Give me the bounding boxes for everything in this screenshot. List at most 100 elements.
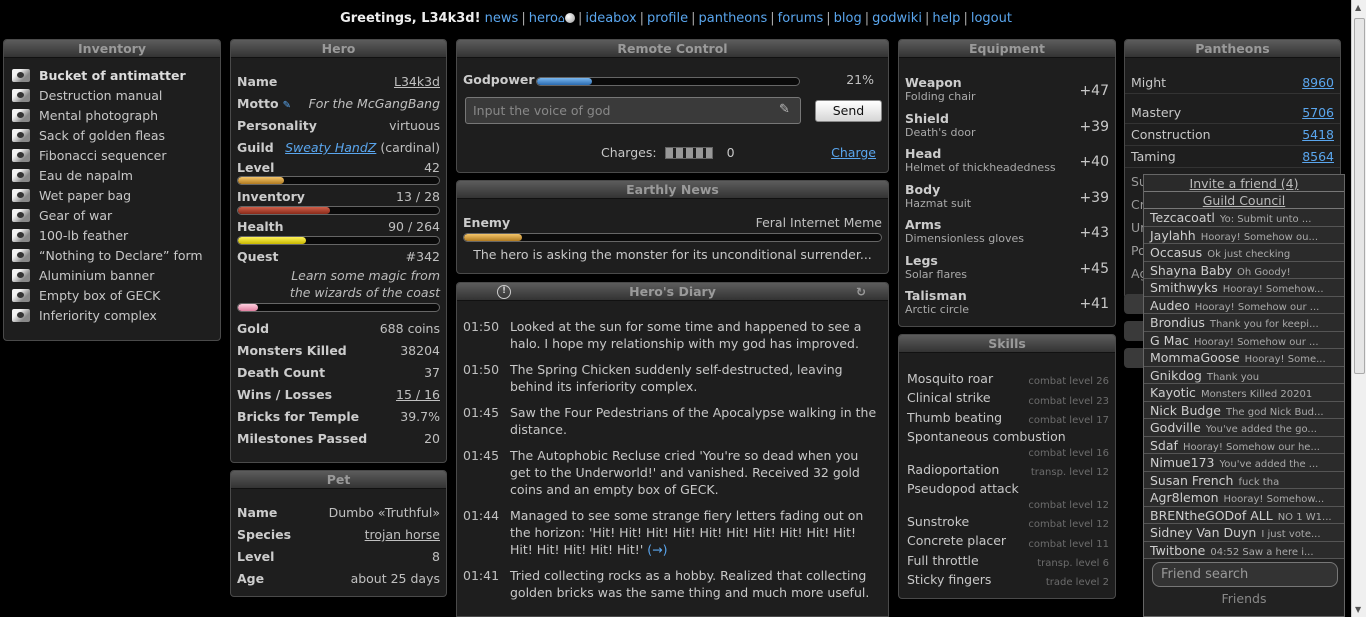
- guild-member[interactable]: Agr8lemon Hooray! Somehow...: [1144, 489, 1344, 507]
- guild-member[interactable]: Godville You've added the go...: [1144, 419, 1344, 437]
- pantheon-rank-link[interactable]: 5418: [1302, 124, 1334, 146]
- guild-member[interactable]: Jaylahh Hooray! Somehow ou...: [1144, 226, 1344, 244]
- home-icon[interactable]: ⌂: [558, 12, 565, 25]
- guild-member[interactable]: G Mac Hooray! Somehow our ...: [1144, 331, 1344, 349]
- friends-label[interactable]: Friends: [1144, 591, 1344, 606]
- pantheon-rank-link[interactable]: 8564: [1302, 146, 1334, 168]
- equipment-slot: Legs: [905, 252, 938, 268]
- inventory-item[interactable]: Gear of war: [12, 206, 220, 226]
- nav-hero[interactable]: hero: [529, 11, 558, 26]
- skill-item[interactable]: Spontaneous combustion combat level 16: [899, 428, 1115, 461]
- guild-member[interactable]: Tezcacoatl Yo: Submit unto ...: [1144, 209, 1344, 227]
- inventory-item[interactable]: Aluminium banner: [12, 266, 220, 286]
- nav-blog[interactable]: blog: [834, 11, 862, 26]
- hero-name-link[interactable]: L34k3d: [394, 71, 440, 93]
- guild-member[interactable]: Nick Budge The god Nick Bud...: [1144, 401, 1344, 419]
- skill-item[interactable]: Sunstroke combat level 12: [899, 513, 1115, 532]
- guild-member[interactable]: Kayotic Monsters Killed 20201: [1144, 384, 1344, 402]
- send-button[interactable]: Send: [815, 100, 882, 122]
- guild-member[interactable]: Gnikdog Thank you: [1144, 366, 1344, 384]
- nav-godwiki[interactable]: godwiki: [872, 11, 922, 26]
- pen-icon[interactable]: ✎: [779, 102, 790, 117]
- skill-item[interactable]: Concrete placer combat level 11: [899, 532, 1115, 551]
- globe-icon[interactable]: [564, 13, 575, 23]
- inventory-item[interactable]: Sack of golden fleas: [12, 126, 220, 146]
- guild-member[interactable]: Smithwyks Hooray! Somehow...: [1144, 279, 1344, 297]
- enemy-name: Feral Internet Meme: [755, 215, 882, 230]
- hero-level-value: 42: [424, 160, 440, 175]
- guild-member-message: Hooray! Somehow...: [1223, 494, 1325, 505]
- diary-title: Hero's Diary: [629, 284, 716, 299]
- guild-member[interactable]: Brondius Thank you for keepi...: [1144, 314, 1344, 332]
- page-scrollbar[interactable]: ▲ ▼: [1351, 0, 1366, 617]
- pet-name-value: Dumbo «Truthful»: [328, 505, 440, 520]
- hero-deaths-row: Death Count 37: [231, 362, 446, 384]
- inventory-item[interactable]: Fibonacci sequencer: [12, 146, 220, 166]
- hero-deaths-value: 37: [424, 365, 440, 380]
- skill-name: Clinical strike: [907, 390, 991, 406]
- guild-member[interactable]: Sdaf Hooray! Somehow our he...: [1144, 436, 1344, 454]
- inventory-item[interactable]: Empty box of GECK: [12, 286, 220, 306]
- charge-link[interactable]: Charge: [831, 145, 876, 160]
- inventory-item[interactable]: Bucket of antimatter: [12, 66, 220, 86]
- hero-panel: Hero Name L34k3d Motto ✎ For the McGangBan…: [230, 39, 447, 463]
- guild-member[interactable]: Susan French fuck tha: [1144, 471, 1344, 489]
- hero-personality-value: virtuous: [389, 118, 440, 133]
- news-text: The hero is asking the monster for its u…: [473, 247, 872, 262]
- hero-wins-link[interactable]: 15 / 16: [396, 384, 440, 406]
- skill-item[interactable]: Thumb beating combat level 17: [899, 409, 1115, 428]
- info-icon[interactable]: !: [497, 285, 511, 299]
- guild-member[interactable]: Shayna Baby Oh Goody!: [1144, 261, 1344, 279]
- pantheon-rank-link[interactable]: 5706: [1302, 102, 1334, 124]
- guild-member[interactable]: Nimue173 You've added the ...: [1144, 454, 1344, 472]
- scroll-down-icon[interactable]: ▼: [1355, 605, 1361, 614]
- guild-member[interactable]: Sidney Van Duyn I just vote...: [1144, 524, 1344, 542]
- nav-help[interactable]: help: [932, 11, 960, 26]
- guild-member[interactable]: BRENtheGODof ALL NO 1 W1...: [1144, 506, 1344, 524]
- guild-member[interactable]: Occasus Ok just checking: [1144, 244, 1344, 262]
- hero-motto-label: Motto: [237, 96, 279, 111]
- hero-guild-link[interactable]: Sweaty HandZ: [285, 140, 376, 155]
- inventory-item-label: Mental photograph: [39, 108, 159, 123]
- skill-item[interactable]: Clinical strike combat level 23: [899, 389, 1115, 408]
- inventory-item[interactable]: Wet paper bag: [12, 186, 220, 206]
- skill-item[interactable]: Pseudopod attack combat level 12: [899, 480, 1115, 513]
- nav-pantheons[interactable]: pantheons: [699, 11, 768, 26]
- pantheon-rank-link[interactable]: 8960: [1302, 72, 1334, 94]
- guild-member[interactable]: Twitbone 04:52 Saw a here i...: [1144, 541, 1344, 559]
- diary-entry: 01:45 The Autophobic Recluse cried 'You'r…: [457, 447, 888, 498]
- nav-logout[interactable]: logout: [971, 11, 1012, 26]
- inventory-item[interactable]: Mental photograph: [12, 106, 220, 126]
- skill-item[interactable]: Full throttle transp. level 6: [899, 552, 1115, 571]
- refresh-icon[interactable]: ↻: [856, 283, 866, 301]
- scrollbar-thumb[interactable]: [1354, 18, 1365, 374]
- arrow-icon[interactable]: (→): [643, 542, 667, 557]
- inventory-item-label: Bucket of antimatter: [39, 68, 186, 83]
- inventory-item[interactable]: “Nothing to Declare” form: [12, 246, 220, 266]
- friend-search-input[interactable]: Friend search: [1152, 562, 1338, 587]
- nav-news[interactable]: news: [485, 11, 519, 26]
- inventory-item[interactable]: 100-lb feather: [12, 226, 220, 246]
- nav-ideabox[interactable]: ideabox: [585, 11, 636, 26]
- diary-text: Managed to see some strange fiery letter…: [510, 508, 864, 557]
- guild-council-link[interactable]: Guild Council: [1203, 193, 1286, 208]
- invite-friend-link[interactable]: Invite a friend (4): [1190, 176, 1299, 191]
- charges-label: Charges:: [601, 145, 657, 160]
- skill-item[interactable]: Radioportation transp. level 12: [899, 461, 1115, 480]
- inventory-item[interactable]: Inferiority complex: [12, 306, 220, 326]
- hero-wins-label: Wins / Losses: [237, 387, 333, 402]
- guild-member[interactable]: Audeo Hooray! Somehow our ...: [1144, 296, 1344, 314]
- hero-level-label: Level: [237, 160, 275, 175]
- edit-pencil-icon[interactable]: ✎: [283, 100, 291, 111]
- nav-forums[interactable]: forums: [778, 11, 824, 26]
- guild-member-message: Thank you for keepi...: [1209, 319, 1319, 330]
- inventory-item[interactable]: Eau de napalm: [12, 166, 220, 186]
- inventory-item[interactable]: Destruction manual: [12, 86, 220, 106]
- skill-item[interactable]: Sticky fingers trade level 2: [899, 571, 1115, 590]
- scroll-up-icon[interactable]: ▲: [1355, 3, 1361, 12]
- voice-of-god-input[interactable]: Input the voice of god: [465, 97, 801, 124]
- skill-item[interactable]: Mosquito roar combat level 26: [899, 370, 1115, 389]
- pet-species-link[interactable]: trojan horse: [365, 524, 440, 546]
- guild-member[interactable]: MommaGoose Hooray! Some...: [1144, 349, 1344, 367]
- nav-profile[interactable]: profile: [647, 11, 688, 26]
